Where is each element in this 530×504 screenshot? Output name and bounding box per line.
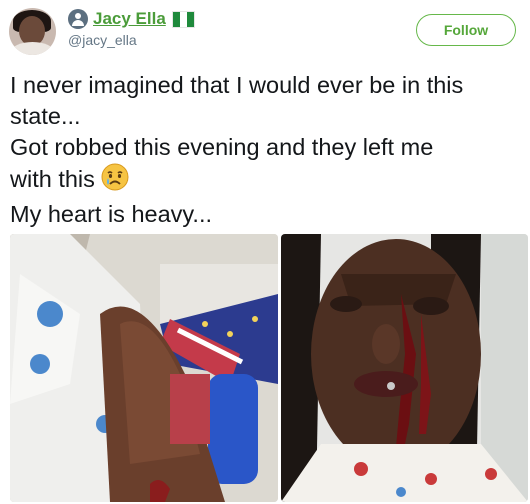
- tweet-line: I never imagined that I would ever be in…: [10, 72, 464, 98]
- tweet-line: Got robbed this evening and they left me: [10, 134, 434, 160]
- crying-face-icon: [101, 163, 129, 199]
- user-icon: [68, 9, 88, 29]
- user-handle[interactable]: @jacy_ella: [68, 32, 137, 48]
- tweet-line: state...: [10, 103, 81, 129]
- avatar[interactable]: [9, 8, 56, 55]
- arm-wound-photo[interactable]: [10, 234, 278, 502]
- tweet-line-with-emoji: with this: [10, 163, 525, 199]
- display-name[interactable]: Jacy Ella: [93, 9, 166, 29]
- tweet-header: Jacy Ella @jacy_ella Follow: [0, 0, 530, 66]
- nigeria-flag-icon: [171, 10, 195, 28]
- tweet-line: with this: [10, 166, 95, 192]
- follow-button[interactable]: Follow: [416, 14, 516, 46]
- user-name-row: Jacy Ella: [68, 9, 195, 29]
- tweet-media: [10, 234, 528, 502]
- face-injury-photo[interactable]: [281, 234, 528, 502]
- tweet-line: My heart is heavy...: [10, 201, 212, 227]
- tweet-text: I never imagined that I would ever be in…: [10, 70, 525, 230]
